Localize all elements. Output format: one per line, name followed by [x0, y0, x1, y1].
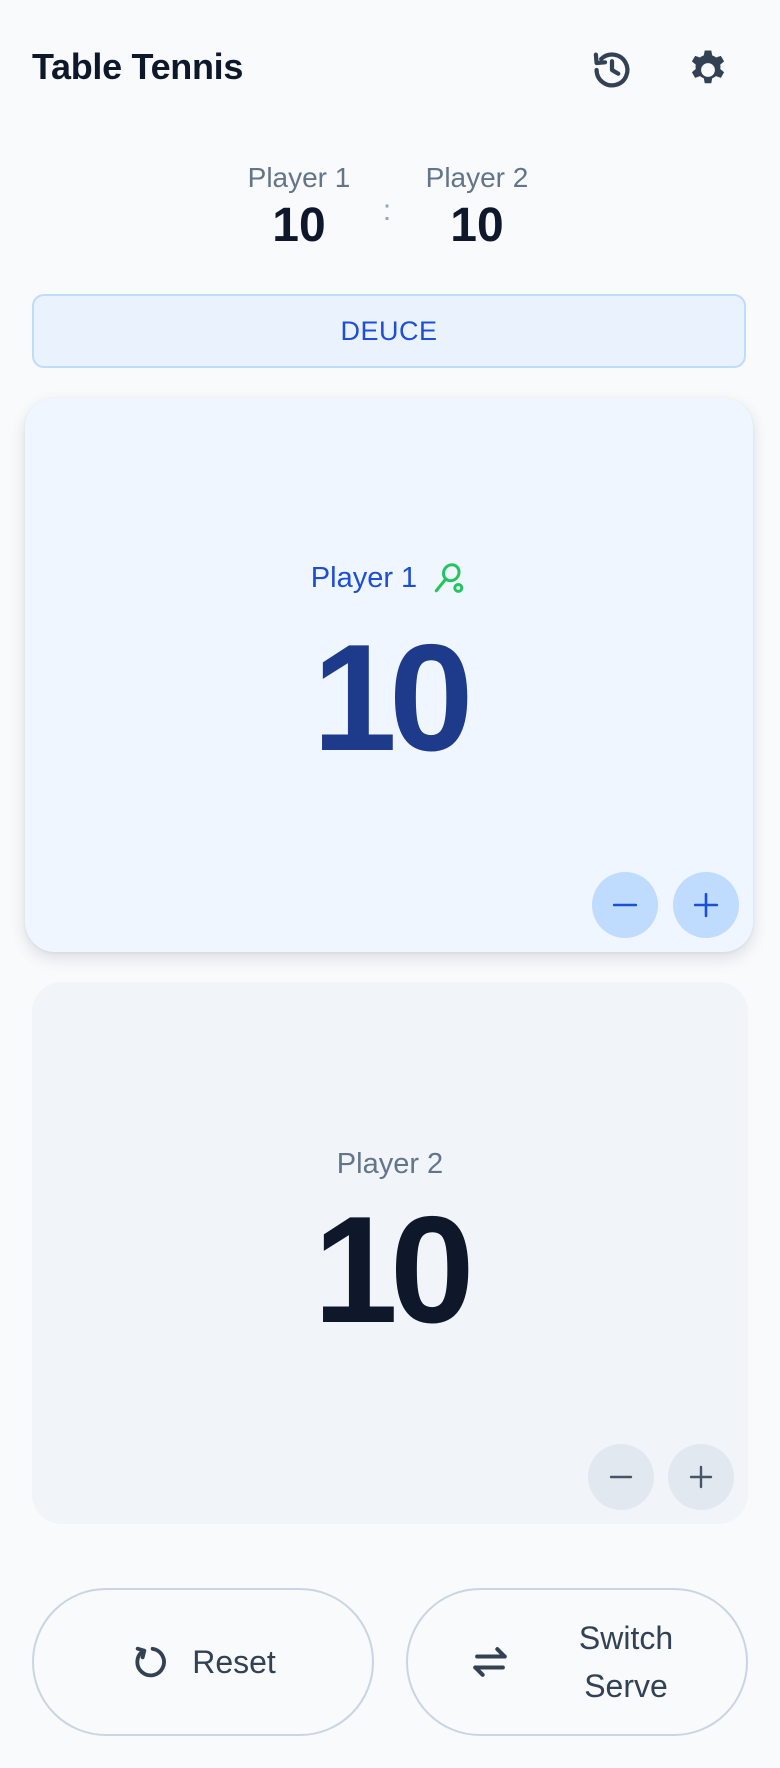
summary-player-1-name: Player 1: [247, 162, 351, 193]
game-status-label: DEUCE: [340, 315, 438, 346]
racket-icon: [434, 563, 464, 593]
plus-icon: [693, 892, 719, 918]
player-2-name: Player 2: [336, 1148, 444, 1180]
player-1-header: Player 1: [25, 558, 753, 598]
player-1-card[interactable]: Player 1 10: [25, 398, 753, 952]
player-2-decrement-button[interactable]: [588, 1444, 654, 1510]
minus-icon: [612, 903, 638, 907]
player-1-name: Player 1: [310, 562, 418, 594]
page-title: Table Tennis: [32, 46, 244, 87]
summary-player-2-name: Player 2: [425, 162, 529, 193]
summary-separator: :: [382, 194, 392, 227]
player-2-increment-button[interactable]: [668, 1444, 734, 1510]
swap-arrows-icon: [473, 1647, 507, 1677]
gear-icon: [691, 50, 725, 84]
history-icon: [593, 52, 630, 88]
history-button[interactable]: [584, 42, 640, 98]
player-2-header: Player 2: [32, 1144, 748, 1184]
summary-player-2: Player 2 10: [397, 160, 557, 254]
minus-icon: [609, 1475, 633, 1479]
summary-player-1-score: 10: [272, 199, 326, 252]
scoreboard-screen: Table Tennis Player 1 10 Player 2 10 : D…: [0, 0, 780, 1768]
reset-icon: [135, 1646, 167, 1678]
player-1-increment-button[interactable]: [673, 872, 739, 938]
summary-player-2-score: 10: [450, 199, 504, 252]
switch-serve-button[interactable]: Switch Serve: [406, 1588, 748, 1736]
reset-button[interactable]: Reset: [32, 1588, 374, 1736]
settings-button[interactable]: [680, 42, 736, 98]
game-status-banner: DEUCE: [32, 294, 746, 368]
switch-serve-label: Switch Serve: [578, 1620, 674, 1704]
player-2-card[interactable]: Player 2 10: [32, 982, 748, 1524]
reset-label: Reset: [192, 1644, 276, 1680]
plus-icon: [689, 1465, 713, 1489]
player-1-decrement-button[interactable]: [592, 872, 658, 938]
player-1-score: 10: [312, 613, 473, 783]
player-2-score: 10: [313, 1185, 474, 1355]
summary-player-1: Player 1 10: [219, 160, 379, 254]
